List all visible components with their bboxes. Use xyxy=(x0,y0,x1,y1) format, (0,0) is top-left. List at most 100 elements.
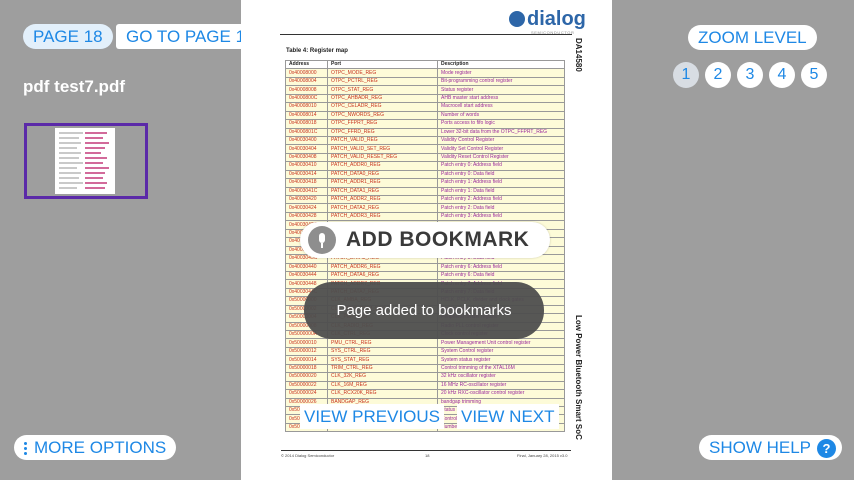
logo-mark-icon xyxy=(509,11,525,27)
register-port: PATCH_ADDR1_REG xyxy=(327,178,438,188)
register-address: 0x40030444 xyxy=(285,270,328,281)
register-description: 16 MHz RC-oscillator register xyxy=(437,380,565,391)
zoom-level-2-button[interactable]: 2 xyxy=(705,62,731,88)
register-address: 0x40030414 xyxy=(285,169,328,180)
more-options-button[interactable]: MORE OPTIONS xyxy=(14,435,177,460)
table-row: 0x4003041C PATCH_DATA1_REG Patch entry 1: … xyxy=(285,186,565,197)
microphone-icon xyxy=(308,226,336,254)
register-address: 0x40008014 xyxy=(285,110,328,121)
register-description: Patch entry 2: Data field xyxy=(437,203,565,213)
register-description: Ports access to fifo logic xyxy=(437,119,565,129)
table-row: 0x40030418 PATCH_ADDR1_REG Patch entry 1: … xyxy=(285,178,565,188)
dialog-logo: dialog xyxy=(509,8,586,31)
register-address: 0x50000010 xyxy=(285,338,328,348)
register-address: 0x40030440 xyxy=(285,262,328,272)
register-description: Validity Set Control Register xyxy=(437,144,565,154)
column-header: Address xyxy=(285,59,328,70)
footer-rule xyxy=(281,450,571,451)
table-row: 0x50000012 SYS_CTRL_REG System Control reg… xyxy=(285,346,565,357)
thumbnail-page-preview xyxy=(55,128,115,194)
register-description: Patch entry 3: Address field xyxy=(437,211,565,222)
logo-text: dialog xyxy=(527,8,586,30)
table-row: 0x50000020 CLK_32K_REG 32 kHz oscillator r… xyxy=(285,372,565,382)
register-port: PATCH_DATA1_REG xyxy=(327,186,438,197)
register-address: 0x40030400 xyxy=(285,135,328,146)
more-options-label: MORE OPTIONS xyxy=(34,438,167,457)
register-port: CLK_RCX20K_REG xyxy=(327,389,438,399)
header-rule xyxy=(280,34,572,35)
register-address: 0x4000801C xyxy=(285,127,328,137)
table-row: 0x40030404 PATCH_VALID_SET_REG Validity Se… xyxy=(285,144,565,154)
register-port: SYS_STAT_REG xyxy=(327,355,438,365)
table-row: 0x4000800C OTPC_AHBADR_REG AHB master star… xyxy=(285,93,565,104)
register-port: PATCH_VALID_SET_REG xyxy=(327,144,438,154)
register-address: 0x50000024 xyxy=(285,389,328,399)
register-address: 0x50000022 xyxy=(285,380,328,391)
column-header: Description xyxy=(437,59,565,70)
register-description: Patch entry 6: Data field xyxy=(437,270,565,281)
view-previous-button[interactable]: VIEW PREVIOUS xyxy=(300,404,445,429)
register-port: PATCH_ADDR0_REG xyxy=(327,161,438,171)
register-address: 0x40030424 xyxy=(285,203,328,213)
zoom-level-label: ZOOM LEVEL xyxy=(688,25,817,50)
help-icon: ? xyxy=(817,439,837,459)
register-description: Patch entry 1: Data field xyxy=(437,186,565,197)
zoom-level-1-button[interactable]: 1 xyxy=(673,62,699,88)
document-code: DA14580 xyxy=(574,38,583,72)
table-row: 0x40030420 PATCH_ADDR2_REG Patch entry 2: … xyxy=(285,194,565,205)
register-address: 0x40030410 xyxy=(285,161,328,171)
register-port: PATCH_VALID_RESET_REG xyxy=(327,152,438,163)
register-description: Patch entry 0: Data field xyxy=(437,169,565,180)
view-next-button[interactable]: VIEW NEXT xyxy=(457,404,559,429)
register-port: CLK_16M_REG xyxy=(327,380,438,391)
table-row: 0x40030408 PATCH_VALID_RESET_REG Validity … xyxy=(285,152,565,163)
register-address: 0x40008004 xyxy=(285,76,328,87)
show-help-button[interactable]: SHOW HELP? xyxy=(699,435,843,460)
zoom-level-5-button[interactable]: 5 xyxy=(801,62,827,88)
page-footer-version: Final, January 28, 2015 v3.0 xyxy=(517,453,568,458)
table-row: 0x40008010 OTPC_CELADR_REG Macrocell start… xyxy=(285,102,565,112)
register-port: TRIM_CTRL_REG xyxy=(327,363,438,374)
register-address: 0x40030404 xyxy=(285,144,328,154)
register-description: Control trimming of the XTAL16M xyxy=(437,363,565,374)
zoom-level-4-button[interactable]: 4 xyxy=(769,62,795,88)
table-row: 0x40030444 PATCH_DATA6_REG Patch entry 6: … xyxy=(285,270,565,281)
table-row: 0x40030414 PATCH_DATA0_REG Patch entry 0: … xyxy=(285,169,565,180)
document-title: Low Power Bluetooth Smart SoC xyxy=(574,315,583,440)
register-port: OTPC_MODE_REG xyxy=(327,68,438,78)
register-description: Bit-programming control register xyxy=(437,76,565,87)
bookmark-toast: Page added to bookmarks xyxy=(304,282,544,339)
register-port: PATCH_DATA6_REG xyxy=(327,270,438,281)
add-bookmark-button[interactable]: ADD BOOKMARK xyxy=(300,222,550,258)
table-row: 0x40008008 OTPC_STAT_REG Status register xyxy=(285,85,565,95)
register-address: 0x50000018 xyxy=(285,363,328,374)
zoom-level-3-button[interactable]: 3 xyxy=(737,62,763,88)
register-description: 32 kHz oscillator register xyxy=(437,372,565,382)
table-row: 0x50000022 CLK_16M_REG 16 MHz RC-oscillato… xyxy=(285,380,565,391)
register-description: Patch entry 0: Address field xyxy=(437,161,565,171)
register-description: Validity Reset Control Register xyxy=(437,152,565,163)
register-description: Status register xyxy=(437,85,565,95)
register-port: SYS_CTRL_REG xyxy=(327,346,438,357)
page-footer-number: 18 xyxy=(425,453,430,458)
file-name: pdf test7.pdf xyxy=(23,77,125,96)
table-row: 0x40008014 OTPC_NWORDS_REG Number of words xyxy=(285,110,565,121)
table-row: 0x50000014 SYS_STAT_REG System status regi… xyxy=(285,355,565,365)
page-thumbnail[interactable] xyxy=(24,123,148,199)
register-address: 0x4000800C xyxy=(285,93,328,104)
register-description: System status register xyxy=(437,355,565,365)
register-address: 0x4003041C xyxy=(285,186,328,197)
table-row: 0x40008000 OTPC_MODE_REG Mode register xyxy=(285,68,565,78)
register-description: Patch entry 6: Address field xyxy=(437,262,565,272)
column-header: Port xyxy=(327,59,438,70)
register-description: Patch entry 1: Address field xyxy=(437,178,565,188)
register-port: CLK_32K_REG xyxy=(327,372,438,382)
register-port: PMU_CTRL_REG xyxy=(327,338,438,348)
register-address: 0x40008010 xyxy=(285,102,328,112)
table-row: 0x40008018 OTPC_FFPRT_REG Ports access to … xyxy=(285,119,565,129)
table-title: Table 4: Register map xyxy=(286,48,348,54)
register-port: PATCH_ADDR3_REG xyxy=(327,211,438,222)
register-description: Validity Control Register xyxy=(437,135,565,146)
register-port: PATCH_VALID_REG xyxy=(327,135,438,146)
table-row: 0x50000018 TRIM_CTRL_REG Control trimming … xyxy=(285,363,565,374)
